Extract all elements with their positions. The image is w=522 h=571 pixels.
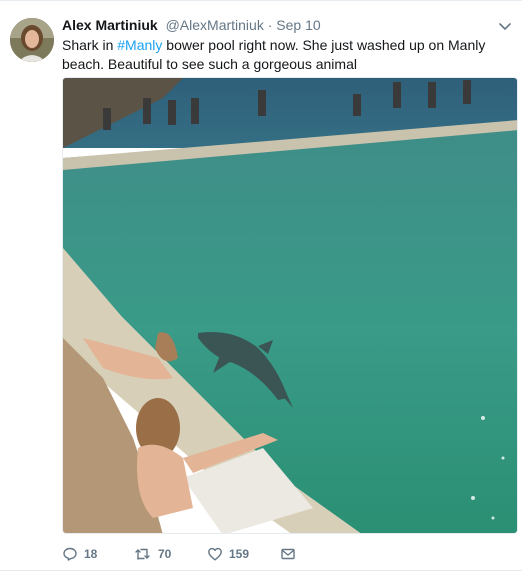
tweet-text: Shark in #Manly bower pool right now. Sh…: [62, 36, 502, 74]
separator-dot: ·: [267, 17, 273, 33]
tweet-photo[interactable]: [62, 77, 518, 534]
author-handle[interactable]: @AlexMartiniuk: [166, 17, 264, 33]
direct-message-button[interactable]: [280, 546, 296, 562]
like-count: 159: [229, 547, 250, 561]
photo-image: [63, 78, 517, 533]
tweet-card[interactable]: Alex Martiniuk @AlexMartiniuk · Sep 10 S…: [0, 0, 522, 571]
hashtag-link[interactable]: #Manly: [117, 37, 162, 53]
direct-message-icon: [281, 548, 295, 560]
tweet-header: Alex Martiniuk @AlexMartiniuk · Sep 10: [62, 17, 321, 33]
tweet-actions: 18 70 159: [62, 546, 502, 568]
avatar[interactable]: [10, 18, 54, 62]
timestamp[interactable]: Sep 10: [276, 17, 320, 33]
reply-button[interactable]: 18: [62, 546, 97, 562]
like-icon: [208, 547, 222, 561]
retweet-icon: [135, 548, 150, 560]
author-name[interactable]: Alex Martiniuk: [62, 17, 158, 33]
reply-count: 18: [84, 547, 98, 561]
avatar-image: [10, 18, 54, 62]
chevron-down-icon[interactable]: [498, 19, 512, 33]
reply-icon: [63, 547, 77, 561]
retweet-count: 70: [158, 547, 172, 561]
retweet-button[interactable]: 70: [134, 546, 171, 562]
tweet-text-start: Shark in: [62, 37, 118, 53]
like-button[interactable]: 159: [207, 546, 249, 562]
